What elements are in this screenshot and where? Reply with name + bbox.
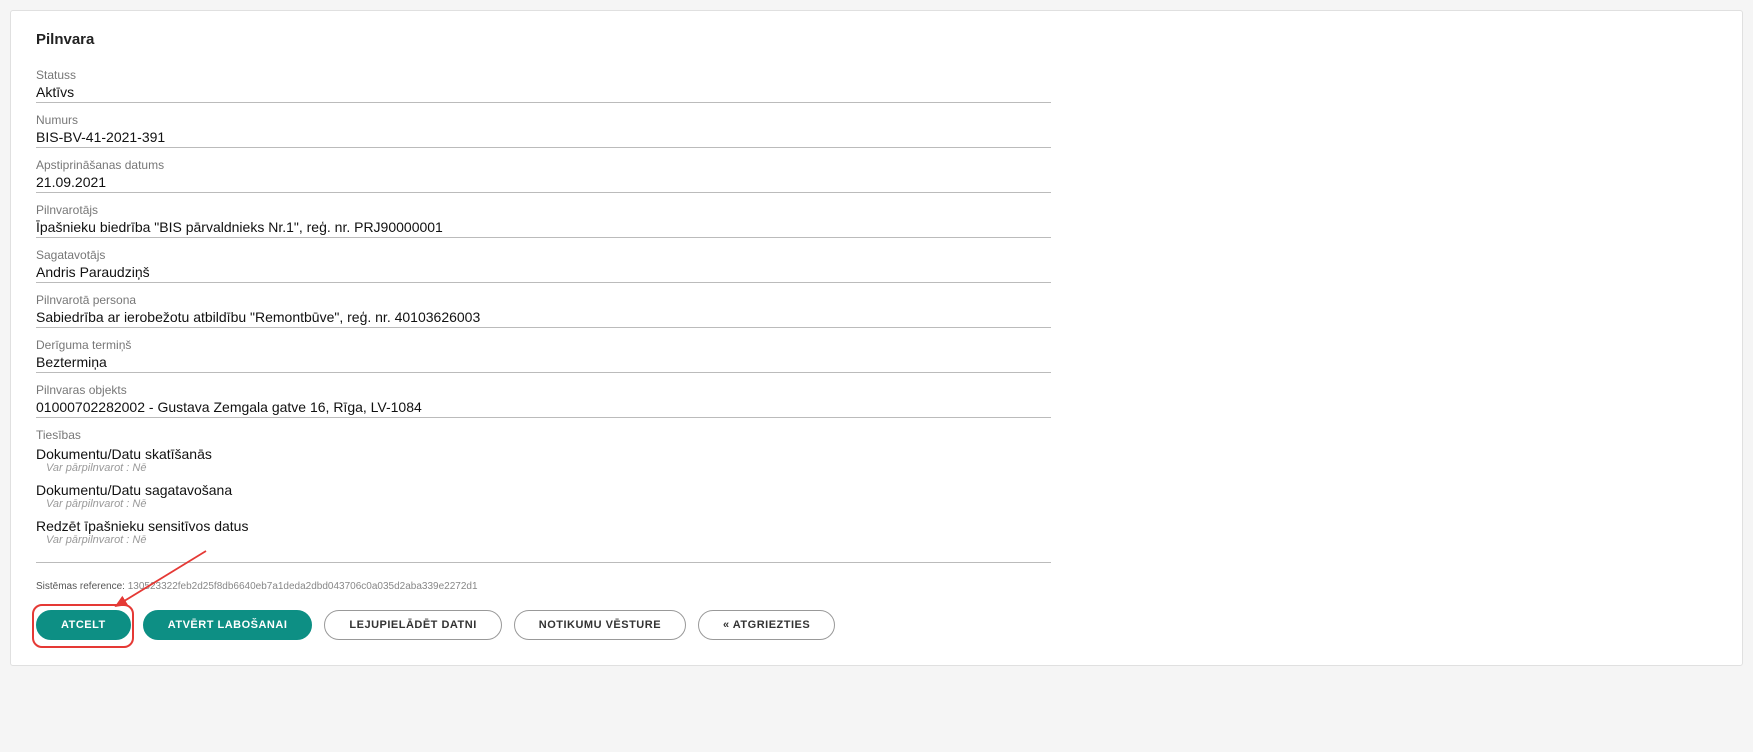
field-status-value: Aktīvs	[36, 84, 1051, 100]
event-history-button[interactable]: NOTIKUMU VĒSTURE	[514, 610, 686, 640]
field-number-value: BIS-BV-41-2021-391	[36, 129, 1051, 145]
system-reference: Sistēmas reference: 130523322feb2d25f8db…	[36, 581, 1051, 592]
field-status: Statuss Aktīvs	[36, 68, 1051, 103]
system-reference-value: 130523322feb2d25f8db6640eb7a1deda2dbd043…	[128, 581, 478, 592]
field-number: Numurs BIS-BV-41-2021-391	[36, 113, 1051, 148]
right-item-2: Redzēt īpašnieku sensitīvos datus Var pā…	[36, 518, 1051, 546]
field-approve-date-value: 21.09.2021	[36, 174, 1051, 190]
field-grantee-label: Pilnvarotā persona	[36, 293, 1051, 307]
right-item-0: Dokumentu/Datu skatīšanās Var pārpilnvar…	[36, 446, 1051, 474]
rights-label: Tiesības	[36, 428, 1051, 442]
field-validity-value: Beztermiņa	[36, 354, 1051, 370]
field-grantee-value: Sabiedrība ar ierobežotu atbildību "Remo…	[36, 309, 1051, 325]
field-approve-date: Apstiprināšanas datums 21.09.2021	[36, 158, 1051, 193]
field-number-label: Numurs	[36, 113, 1051, 127]
right-item-1-sub: Var pārpilnvarot : Nē	[36, 498, 1051, 510]
right-item-1-name: Dokumentu/Datu sagatavošana	[36, 482, 1051, 498]
right-item-2-sub: Var pārpilnvarot : Nē	[36, 534, 1051, 546]
field-grantee: Pilnvarotā persona Sabiedrība ar ierobež…	[36, 293, 1051, 328]
field-grantor-value: Īpašnieku biedrība "BIS pārvaldnieks Nr.…	[36, 219, 1051, 235]
field-object: Pilnvaras objekts 01000702282002 - Gusta…	[36, 383, 1051, 418]
button-row: ATCELT ATVĒRT LABOŠANAI LEJUPIELĀDĒT DAT…	[36, 610, 1051, 640]
right-item-1: Dokumentu/Datu sagatavošana Var pārpilnv…	[36, 482, 1051, 510]
right-item-0-name: Dokumentu/Datu skatīšanās	[36, 446, 1051, 462]
field-approve-date-label: Apstiprināšanas datums	[36, 158, 1051, 172]
cancel-button[interactable]: ATCELT	[36, 610, 131, 640]
field-grantor: Pilnvarotājs Īpašnieku biedrība "BIS pār…	[36, 203, 1051, 238]
open-edit-button[interactable]: ATVĒRT LABOŠANAI	[143, 610, 313, 640]
field-validity-label: Derīguma termiņš	[36, 338, 1051, 352]
right-item-2-name: Redzēt īpašnieku sensitīvos datus	[36, 518, 1051, 534]
field-preparer: Sagatavotājs Andris Paraudziņš	[36, 248, 1051, 283]
page-title: Pilnvara	[36, 31, 1051, 48]
authorization-card: Pilnvara Statuss Aktīvs Numurs BIS-BV-41…	[10, 10, 1743, 666]
field-validity: Derīguma termiņš Beztermiņa	[36, 338, 1051, 373]
field-grantor-label: Pilnvarotājs	[36, 203, 1051, 217]
right-item-0-sub: Var pārpilnvarot : Nē	[36, 462, 1051, 474]
field-object-label: Pilnvaras objekts	[36, 383, 1051, 397]
back-button[interactable]: « ATGRIEZTIES	[698, 610, 835, 640]
download-file-button[interactable]: LEJUPIELĀDĒT DATNI	[324, 610, 501, 640]
field-object-value: 01000702282002 - Gustava Zemgala gatve 1…	[36, 399, 1051, 415]
field-preparer-value: Andris Paraudziņš	[36, 264, 1051, 280]
rights-block: Tiesības Dokumentu/Datu skatīšanās Var p…	[36, 428, 1051, 563]
field-preparer-label: Sagatavotājs	[36, 248, 1051, 262]
system-reference-label: Sistēmas reference:	[36, 581, 125, 592]
field-status-label: Statuss	[36, 68, 1051, 82]
content-wrap: Pilnvara Statuss Aktīvs Numurs BIS-BV-41…	[36, 31, 1051, 640]
